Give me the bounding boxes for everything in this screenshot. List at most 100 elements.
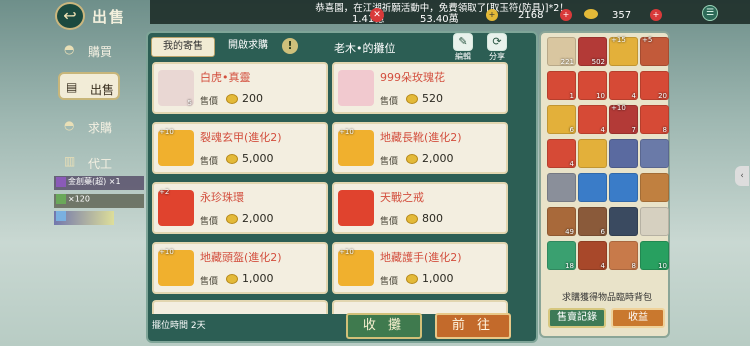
inventory-slot[interactable]: 4 bbox=[578, 241, 607, 270]
edit-button[interactable]: ✎ 編輯 bbox=[450, 33, 476, 63]
inventory-slot[interactable]: 4 bbox=[547, 139, 576, 168]
inventory-slot[interactable] bbox=[609, 139, 638, 168]
page-title: 出售 bbox=[92, 8, 127, 26]
inventory-slot[interactable]: 221 bbox=[547, 37, 576, 66]
add-jade-icon[interactable]: + bbox=[560, 9, 572, 21]
inventory-caption: 求購獲得物品臨時背包 bbox=[562, 293, 653, 303]
go-button[interactable]: 前 往 bbox=[435, 313, 511, 339]
listing-card[interactable]: 999朵玫瑰花 售價 520 bbox=[332, 62, 508, 114]
inventory-slot[interactable] bbox=[640, 139, 669, 168]
inventory-slot[interactable]: 4 bbox=[609, 71, 638, 100]
close-icon[interactable]: ✕ bbox=[370, 8, 384, 22]
item-level: +10 bbox=[159, 248, 174, 256]
nav-item-request[interactable]: ◓ 求購 bbox=[58, 112, 120, 140]
inventory-slot[interactable]: +5 bbox=[640, 36, 669, 66]
coin-icon bbox=[406, 154, 418, 164]
item-level: +10 bbox=[159, 128, 174, 136]
inventory-slot[interactable] bbox=[640, 207, 669, 236]
inventory-slot[interactable]: +15 bbox=[609, 36, 638, 66]
inventory-slot[interactable]: 8 bbox=[640, 105, 669, 134]
gold-icon bbox=[584, 9, 598, 19]
slot-quantity: 4 bbox=[600, 262, 605, 270]
listing-card[interactable]: +10 裂魂玄甲(進化2) 售價 5,000 bbox=[152, 122, 328, 174]
coin-icon bbox=[226, 154, 238, 164]
inventory-slot[interactable]: +10 7 bbox=[609, 104, 638, 134]
slot-quantity: 7 bbox=[631, 126, 636, 134]
stall-time: 擺位時間 2天 bbox=[152, 321, 206, 331]
side-reward-2: ×120 bbox=[54, 194, 144, 208]
inventory-slot[interactable] bbox=[609, 173, 638, 202]
listing-card-partial bbox=[152, 300, 328, 314]
inventory-slot[interactable] bbox=[578, 139, 607, 168]
item-name: 裂魂玄甲(進化2) bbox=[200, 131, 282, 144]
info-icon[interactable]: ! bbox=[282, 38, 298, 54]
item-price: 2,000 bbox=[242, 212, 274, 225]
inventory-slot[interactable] bbox=[640, 173, 669, 202]
inventory-slot[interactable]: 4 bbox=[578, 105, 607, 134]
share-button[interactable]: ⟳ 分享 bbox=[484, 33, 510, 63]
inventory-slot[interactable]: 49 bbox=[547, 207, 576, 236]
price-label: 售價 bbox=[200, 157, 219, 167]
listing-card[interactable]: 5 白虎•真靈 售價 200 bbox=[152, 62, 328, 114]
item-price: 2,000 bbox=[422, 152, 454, 165]
nav-item-craft[interactable]: ▥ 代工 bbox=[58, 148, 120, 176]
listing-card-partial bbox=[332, 300, 508, 314]
item-thumbnail: +10 bbox=[338, 128, 374, 166]
slot-quantity: 502 bbox=[591, 58, 605, 66]
add-copper-icon[interactable]: + bbox=[486, 9, 498, 21]
listing-card[interactable]: +2 永珍珠環 售價 2,000 bbox=[152, 182, 328, 234]
listing-card[interactable]: +10 地藏長靴(進化2) 售價 2,000 bbox=[332, 122, 508, 174]
side-panel-handle[interactable]: ‹ bbox=[735, 166, 749, 186]
inventory-slot[interactable]: 18 bbox=[547, 241, 576, 270]
inventory-slot[interactable] bbox=[547, 173, 576, 202]
slot-quantity: 221 bbox=[560, 58, 574, 66]
item-price: 1,000 bbox=[242, 272, 274, 285]
listing-card[interactable]: +10 地藏護手(進化2) 售價 1,000 bbox=[332, 242, 508, 294]
item-name: 永珍珠環 bbox=[200, 191, 244, 204]
income-button[interactable]: 收益 bbox=[611, 308, 665, 328]
inventory-slot[interactable]: 1 bbox=[547, 71, 576, 100]
inventory-slot[interactable]: 502 bbox=[578, 37, 607, 66]
inventory-slot[interactable]: 20 bbox=[640, 71, 669, 100]
slot-quantity: 8 bbox=[662, 126, 667, 134]
item-price: 5,000 bbox=[242, 152, 274, 165]
listing-card[interactable]: +10 地藏頭盔(進化2) 售價 1,000 bbox=[152, 242, 328, 294]
slot-quantity: 6 bbox=[600, 228, 605, 236]
left-nav: ◓ 購買 ▤ 出售 ◓ 求購 ▥ 代工 bbox=[54, 30, 124, 260]
menu-icon[interactable]: ☰ bbox=[702, 5, 718, 21]
item-name: 地藏護手(進化2) bbox=[380, 251, 462, 264]
sales-log-button[interactable]: 售賣記錄 bbox=[548, 308, 606, 328]
item-name: 天戰之戒 bbox=[380, 191, 424, 204]
inventory-slot[interactable] bbox=[578, 173, 607, 202]
add-gold-icon[interactable]: + bbox=[650, 9, 662, 21]
back-button[interactable]: ↩ bbox=[55, 2, 85, 30]
item-price: 520 bbox=[422, 92, 443, 105]
inventory-slot[interactable] bbox=[609, 207, 638, 236]
slot-quantity: 10 bbox=[596, 92, 605, 100]
price-label: 售價 bbox=[380, 277, 399, 287]
slot-quantity: 4 bbox=[600, 126, 605, 134]
anvil-icon: ▥ bbox=[64, 154, 76, 168]
inventory-slot[interactable]: 6 bbox=[578, 207, 607, 236]
close-stall-button[interactable]: 收 攤 bbox=[346, 313, 422, 339]
item-name: 地藏長靴(進化2) bbox=[380, 131, 462, 144]
slot-quantity: 18 bbox=[565, 262, 574, 270]
inventory-slot[interactable]: 10 bbox=[640, 241, 669, 270]
slot-quantity: 4 bbox=[569, 160, 574, 168]
price-label: 售價 bbox=[380, 97, 399, 107]
price-label: 售價 bbox=[200, 277, 219, 287]
listing-card[interactable]: 天戰之戒 售價 800 bbox=[332, 182, 508, 234]
nav-item-buy[interactable]: ◓ 購買 bbox=[58, 36, 120, 64]
item-thumbnail: +10 bbox=[338, 248, 374, 286]
item-thumbnail bbox=[338, 70, 374, 106]
item-name: 地藏頭盔(進化2) bbox=[200, 251, 282, 264]
side-reward-3 bbox=[54, 211, 114, 225]
inventory-slot[interactable]: 8 bbox=[609, 241, 638, 270]
item-price: 800 bbox=[422, 212, 443, 225]
coin-icon bbox=[406, 274, 418, 284]
tab-open-request[interactable]: 開啟求購 bbox=[219, 37, 277, 57]
nav-item-sell[interactable]: ▤ 出售 bbox=[58, 72, 120, 100]
inventory-slot[interactable]: 10 bbox=[578, 71, 607, 100]
inventory-slot[interactable]: 6 bbox=[547, 105, 576, 134]
tab-my-consignment[interactable]: 我的寄售 bbox=[151, 37, 215, 57]
